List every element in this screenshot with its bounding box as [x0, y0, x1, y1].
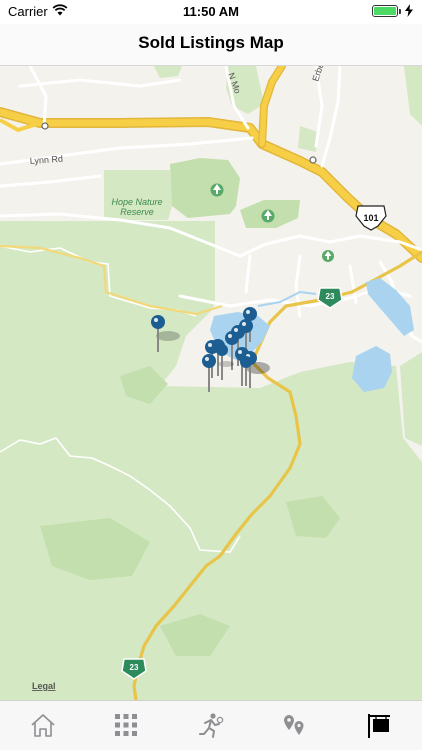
- page-title: Sold Listings Map: [138, 33, 284, 52]
- charging-icon: [405, 4, 413, 17]
- status-bar: Carrier 11:50 AM: [0, 0, 422, 24]
- tab-bar: [0, 700, 422, 750]
- grid-icon: [115, 714, 137, 736]
- legal-link[interactable]: Legal: [32, 681, 56, 691]
- listings-map[interactable]: Lynn Rd N Mo Erbes Rd Hope Nature Reserv…: [0, 66, 422, 700]
- map-pins-icon: [284, 715, 304, 735]
- ca-23-label: 23: [326, 292, 335, 301]
- navigation-bar: Sold Listings Map: [0, 24, 422, 66]
- status-time: 11:50 AM: [183, 4, 239, 19]
- tab-sold[interactable]: [364, 711, 394, 739]
- tab-home[interactable]: [28, 711, 58, 739]
- park-tree-icon: [261, 209, 275, 223]
- place-label-reserve: Reserve: [120, 207, 154, 217]
- tab-grid[interactable]: [111, 711, 141, 739]
- poi-dot-icon: [41, 122, 49, 130]
- tab-activity[interactable]: [195, 711, 225, 739]
- poi-dot-icon: [309, 156, 317, 164]
- ca-23-label: 23: [130, 663, 139, 672]
- battery-icon: [372, 5, 401, 17]
- park-tree-icon: [322, 250, 334, 262]
- tab-locations[interactable]: [279, 711, 309, 739]
- person-running-icon: [199, 713, 224, 738]
- home-icon: [31, 714, 55, 737]
- us-101-label: 101: [363, 213, 378, 223]
- place-label-hope-nature: Hope Nature: [111, 197, 162, 207]
- park-tree-icon: [210, 183, 224, 197]
- sold-sign-icon: [368, 714, 390, 738]
